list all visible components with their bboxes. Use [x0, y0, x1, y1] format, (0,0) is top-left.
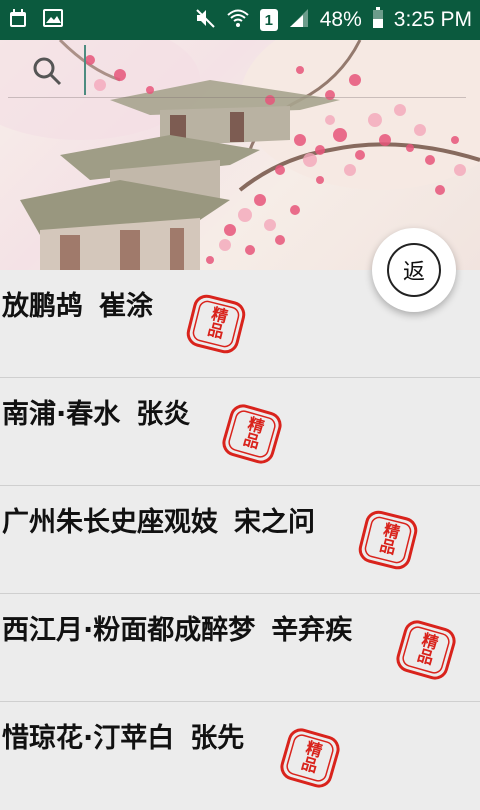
poem-author: 张炎 — [136, 399, 191, 430]
search-underline — [8, 97, 466, 98]
list-item[interactable]: 广州朱长史座观妓 宋之问 精品 — [0, 486, 480, 594]
stamp-text: 精品 — [297, 737, 325, 775]
image-icon — [42, 7, 64, 33]
list-item[interactable]: 南浦·春水 张炎 精品 — [0, 378, 480, 486]
premium-stamp-icon: 精品 — [182, 290, 250, 358]
poem-title: 西江月·粉面都成醉梦 — [2, 615, 256, 646]
stamp-text: 精品 — [239, 413, 267, 451]
poem-title-line: 放鹏鸪 崔涂 — [2, 284, 153, 323]
status-bar: 1 48% 3:25 PM — [0, 0, 480, 40]
poem-author: 张先 — [190, 723, 245, 754]
poem-list: 放鹏鸪 崔涂 精品 南浦·春水 张炎 精品 广州朱长史座观妓 宋之问 精品 西江月·粉… — [0, 270, 480, 810]
poem-title-line: 南浦·春水 张炎 — [2, 392, 190, 431]
sim-icon: 1 — [259, 9, 278, 31]
text-cursor — [84, 45, 86, 95]
poem-author: 崔涂 — [99, 291, 153, 322]
sim-number: 1 — [264, 11, 273, 29]
battery-percent: 48% — [319, 8, 362, 31]
stamp-text: 精品 — [203, 303, 230, 341]
list-item[interactable]: 放鹏鸪 崔涂 精品 — [0, 270, 480, 378]
stamp-text: 精品 — [413, 629, 441, 667]
premium-stamp-icon: 精品 — [391, 615, 460, 684]
calendar-icon — [8, 7, 28, 33]
stamp-text: 精品 — [375, 519, 402, 557]
premium-stamp-icon: 精品 — [275, 723, 344, 792]
clock: 3:25 PM — [393, 8, 472, 31]
list-item[interactable]: 惜琼花·汀苹白 张先 精品 — [0, 702, 480, 810]
poem-title: 放鹏鸪 — [2, 291, 83, 322]
battery-icon — [372, 7, 384, 33]
poem-title: 南浦·春水 — [2, 399, 121, 430]
poem-title: 广州朱长史座观妓 — [2, 507, 218, 538]
poem-title-line: 广州朱长史座观妓 宋之问 — [2, 500, 315, 539]
poem-author: 辛弃疾 — [271, 615, 353, 646]
poem-title-line: 惜琼花·汀苹白 张先 — [2, 716, 244, 755]
search-icon[interactable] — [30, 54, 64, 92]
search-input[interactable] — [88, 45, 458, 95]
premium-stamp-icon: 精品 — [354, 506, 422, 574]
mute-icon — [194, 7, 216, 33]
list-item[interactable]: 西江月·粉面都成醉梦 辛弃疾 精品 — [0, 594, 480, 702]
signal-icon — [288, 7, 310, 33]
poem-title-line: 西江月·粉面都成醉梦 辛弃疾 — [2, 608, 352, 647]
poem-title: 惜琼花·汀苹白 — [2, 723, 175, 754]
poem-author: 宋之问 — [234, 507, 315, 538]
premium-stamp-icon: 精品 — [217, 399, 286, 468]
wifi-icon — [226, 7, 250, 33]
